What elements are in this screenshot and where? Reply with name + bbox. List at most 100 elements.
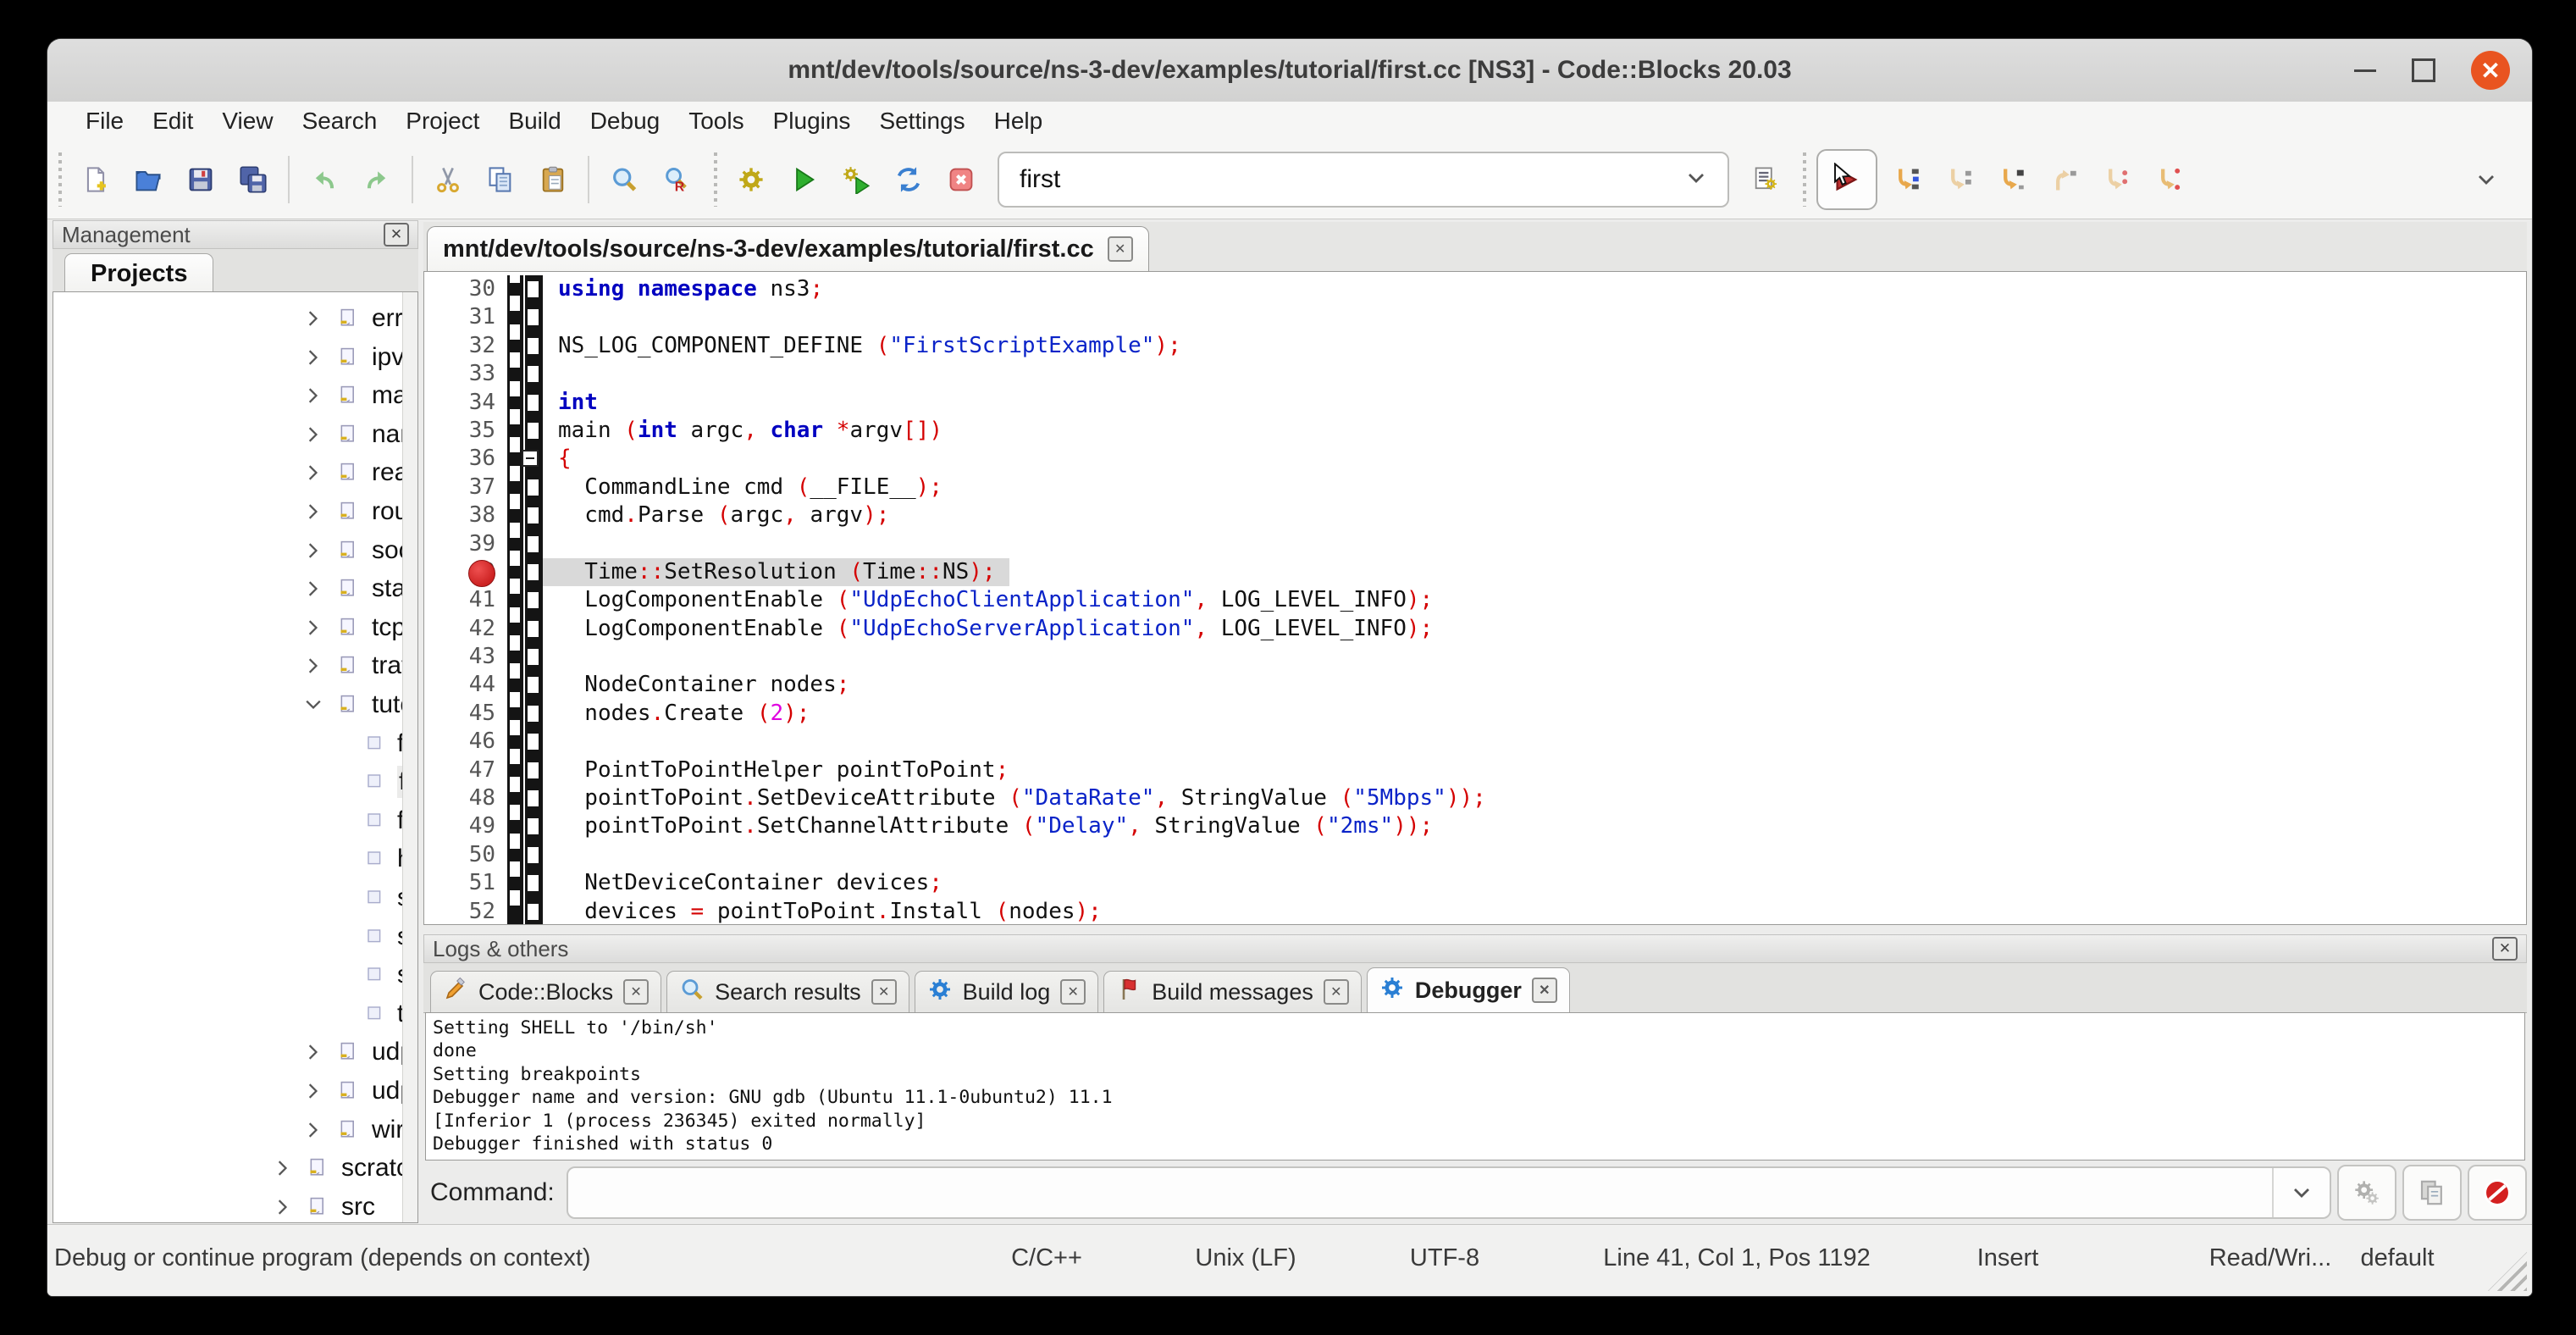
fold-marker-icon[interactable] (522, 450, 539, 467)
line-number[interactable]: 46 (424, 728, 507, 756)
run-to-cursor-button[interactable] (1882, 154, 1930, 205)
menu-help[interactable]: Help (980, 102, 1058, 141)
step-into-instruction-button[interactable] (2145, 154, 2192, 205)
step-into-button[interactable] (1987, 154, 2035, 205)
tree-node-nam[interactable]: nam (53, 415, 402, 454)
minimize-icon[interactable] (2354, 69, 2376, 72)
undo-button[interactable] (301, 154, 348, 205)
chevron-right-icon[interactable] (302, 307, 324, 330)
close-logs-icon[interactable]: ✕ (2492, 937, 2518, 961)
chevron-right-icon[interactable] (302, 424, 324, 446)
line-number[interactable]: 35 (424, 417, 507, 445)
replace-button[interactable]: R (653, 154, 700, 205)
code-editor[interactable]: 30using namespace ns3;3132NS_LOG_COMPONE… (423, 271, 2527, 925)
copy-log-button[interactable] (2402, 1165, 2462, 1221)
close-tab-icon[interactable]: ✕ (1324, 979, 1349, 1005)
tree-node-trafl[interactable]: trafl (53, 646, 402, 685)
menu-edit[interactable]: Edit (138, 102, 207, 141)
close-tab-icon[interactable]: ✕ (1060, 979, 1086, 1005)
tree-node-fif[interactable]: fif (53, 724, 402, 763)
line-number[interactable]: 48 (424, 784, 507, 812)
menu-build[interactable]: Build (494, 102, 575, 141)
run-button[interactable] (780, 154, 827, 205)
tree-node-he[interactable]: he (53, 839, 402, 878)
chevron-right-icon[interactable] (302, 578, 324, 600)
line-number[interactable]: 51 (424, 869, 507, 897)
debugger-settings-button[interactable] (2337, 1165, 2396, 1221)
line-number[interactable]: 32 (424, 332, 507, 360)
log-tab-debugger[interactable]: Debugger ✕ (1367, 967, 1570, 1012)
tree-node-tcp[interactable]: tcp (53, 608, 402, 647)
tree-node-erro[interactable]: erro (53, 299, 402, 338)
tab-projects[interactable]: Projects (64, 253, 213, 293)
log-tab-search-results[interactable]: Search results ✕ (666, 971, 909, 1012)
line-number[interactable]: 50 (424, 841, 507, 869)
new-file-button[interactable] (72, 154, 119, 205)
toolbar-grip[interactable] (56, 152, 64, 207)
tree-node-stat[interactable]: stat (53, 569, 402, 608)
menu-settings[interactable]: Settings (865, 102, 979, 141)
toolbar-overflow-button[interactable] (2463, 154, 2510, 205)
tree-node-tuto[interactable]: tuto (53, 685, 402, 724)
close-tab-icon[interactable]: ✕ (623, 979, 649, 1005)
command-input[interactable] (567, 1166, 2331, 1219)
chevron-down-icon[interactable] (302, 694, 324, 716)
chevron-down-icon[interactable] (2272, 1168, 2330, 1217)
tree-node-mat[interactable]: mat (53, 376, 402, 415)
editor-margin[interactable] (507, 898, 543, 925)
save-button[interactable] (177, 154, 224, 205)
line-number[interactable]: 41 (424, 586, 507, 614)
tree-node-rout[interactable]: rout (53, 492, 402, 531)
copy-button[interactable] (477, 154, 524, 205)
editor-tab[interactable]: mnt/dev/tools/source/ns-3-dev/examples/t… (427, 226, 1149, 271)
chevron-down-icon[interactable] (1683, 165, 1709, 195)
line-number[interactable]: 47 (424, 756, 507, 784)
tree-node-si[interactable]: si (53, 956, 402, 994)
abort-build-button[interactable] (937, 154, 985, 205)
log-tab-code-blocks[interactable]: Code::Blocks ✕ (430, 971, 661, 1012)
tree-node-fir[interactable]: fir (53, 762, 402, 801)
toolbar-grip[interactable] (711, 152, 720, 207)
tree-node-reall[interactable]: reall (53, 453, 402, 492)
log-tab-build-messages[interactable]: Build messages ✕ (1103, 971, 1362, 1012)
line-number[interactable]: 30 (424, 275, 507, 303)
menu-project[interactable]: Project (391, 102, 494, 141)
close-panel-icon[interactable]: ✕ (384, 223, 409, 247)
open-file-button[interactable] (124, 154, 172, 205)
close-icon[interactable]: ✕ (2471, 51, 2510, 90)
tree-node-fo[interactable]: fo (53, 801, 402, 840)
find-button[interactable] (600, 154, 648, 205)
menu-tools[interactable]: Tools (674, 102, 758, 141)
line-number[interactable]: 52 (424, 898, 507, 925)
next-line-button[interactable] (1935, 154, 1982, 205)
chevron-right-icon[interactable] (302, 1119, 324, 1141)
chevron-right-icon[interactable] (302, 346, 324, 368)
tree-node-src[interactable]: src (53, 1188, 402, 1223)
close-tab-icon[interactable]: ✕ (1108, 236, 1133, 262)
stop-debugger-button[interactable] (2468, 1165, 2527, 1221)
menu-plugins[interactable]: Plugins (759, 102, 865, 141)
tree-node-scratch[interactable]: scratch (53, 1149, 402, 1188)
tree-node-se[interactable]: se (53, 917, 402, 956)
line-number[interactable]: 37 (424, 474, 507, 501)
tree-node-udp-[interactable]: udp- (53, 1072, 402, 1111)
line-number[interactable]: 38 (424, 501, 507, 529)
chevron-right-icon[interactable] (302, 462, 324, 484)
title-bar[interactable]: mnt/dev/tools/source/ns-3-dev/examples/t… (47, 39, 2532, 102)
next-instruction-button[interactable] (2092, 154, 2140, 205)
save-all-button[interactable] (229, 154, 277, 205)
resize-grip[interactable] (2488, 1252, 2527, 1291)
line-number[interactable]: 39 (424, 530, 507, 558)
close-tab-icon[interactable]: ✕ (1532, 978, 1557, 1003)
chevron-right-icon[interactable] (302, 1041, 324, 1063)
chevron-right-icon[interactable] (272, 1196, 294, 1218)
line-number[interactable]: 45 (424, 700, 507, 728)
tree-node-udp[interactable]: udp (53, 1033, 402, 1072)
paste-button[interactable] (529, 154, 577, 205)
line-number[interactable]: 42 (424, 615, 507, 643)
menu-debug[interactable]: Debug (576, 102, 675, 141)
menu-file[interactable]: File (71, 102, 138, 141)
cut-button[interactable] (424, 154, 472, 205)
chevron-right-icon[interactable] (272, 1157, 294, 1179)
line-number[interactable]: 34 (424, 389, 507, 417)
